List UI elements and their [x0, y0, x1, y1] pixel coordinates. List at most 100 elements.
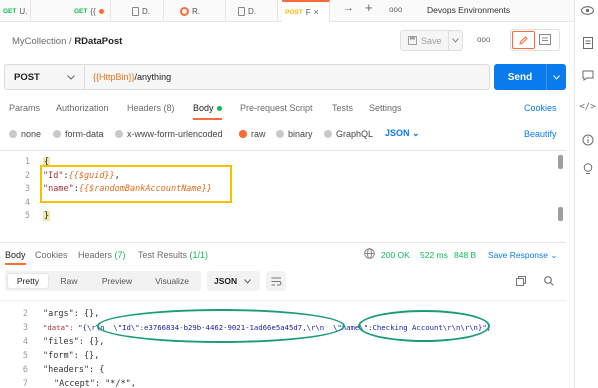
tab-label: Test Results	[138, 250, 188, 260]
send-button[interactable]: Send	[494, 64, 566, 90]
edit-icon[interactable]	[512, 31, 535, 49]
wrap-lines-icon[interactable]	[266, 271, 286, 291]
request-name[interactable]: RDataPost	[74, 36, 122, 47]
lightbulb-icon[interactable]	[581, 162, 594, 175]
chevron-down-icon[interactable]	[546, 64, 566, 90]
radio-graphql[interactable]: GraphQL	[324, 129, 373, 139]
line-number: 6	[22, 365, 28, 375]
copy-icon[interactable]	[516, 276, 526, 288]
new-tab-plus-icon[interactable]: +	[365, 0, 373, 15]
search-icon[interactable]	[544, 276, 554, 288]
eye-icon[interactable]	[581, 4, 594, 17]
radio-label: none	[21, 129, 42, 139]
tab-title: D.	[248, 6, 256, 16]
radio-raw[interactable]: raw	[239, 129, 266, 139]
code-line: "args": {},	[43, 309, 100, 319]
radio-circle-icon	[9, 130, 17, 138]
comment-panel-icon[interactable]	[539, 34, 551, 47]
request-tab[interactable]: GET U.	[0, 0, 31, 22]
documentation-icon[interactable]	[581, 36, 594, 49]
active-dot-icon	[216, 106, 222, 112]
comments-icon[interactable]	[581, 69, 594, 82]
status-code[interactable]: 200 OK	[381, 250, 410, 260]
tab-title: {{	[90, 6, 96, 16]
method-value: POST	[14, 71, 40, 83]
format-label: JSON	[385, 128, 410, 138]
tab-tests[interactable]: Tests	[332, 103, 353, 113]
breadcrumb: MyCollection / RDataPost	[12, 36, 122, 47]
request-tab[interactable]: R.	[176, 0, 226, 22]
save-button[interactable]: Save	[400, 30, 463, 51]
arrow-right-icon[interactable]: →	[343, 2, 354, 14]
annotation-ellipse	[97, 309, 345, 343]
tab-settings[interactable]: Settings	[369, 103, 402, 113]
save-response-button[interactable]: Save Response ⌄	[488, 250, 558, 261]
globe-icon[interactable]	[364, 248, 375, 261]
chevron-down-icon	[67, 74, 75, 80]
tab-body[interactable]: Body	[193, 103, 222, 120]
annotation-ellipse	[358, 310, 490, 342]
scrollbar-thumb[interactable]	[558, 207, 563, 221]
annotation-box	[40, 165, 232, 203]
radio-form-data[interactable]: form-data	[53, 129, 104, 139]
url-input[interactable]: {{HttpBin}}/anything	[84, 64, 490, 90]
view-preview[interactable]: Preview	[95, 274, 139, 288]
line-number: 4	[22, 337, 28, 347]
radio-none[interactable]: none	[9, 129, 41, 139]
chevron-down-icon	[244, 278, 252, 284]
info-icon[interactable]	[581, 133, 594, 146]
code-line: "Accept": "*/*",	[54, 379, 136, 388]
more-tabs-icon[interactable]: ooo	[389, 5, 402, 14]
close-tab-icon[interactable]: ×	[314, 7, 319, 17]
line-number: 5	[22, 351, 28, 361]
request-tab-active[interactable]: POST F ×	[282, 0, 330, 22]
cookies-link[interactable]: Cookies	[524, 103, 557, 113]
response-time[interactable]: 522 ms	[420, 250, 448, 260]
tab-params[interactable]: Params	[9, 103, 40, 113]
document-icon	[132, 6, 139, 16]
code-line: "headers": {	[43, 365, 105, 375]
tab-headers[interactable]: Headers (8)	[127, 103, 175, 113]
line-number: 4	[24, 198, 30, 208]
view-visualize[interactable]: Visualize	[147, 274, 197, 288]
radio-label: binary	[288, 129, 313, 139]
code-icon[interactable]: </>	[579, 100, 595, 113]
response-tab-headers[interactable]: Headers (7)	[78, 250, 126, 260]
body-format-select[interactable]: JSON ⌄	[385, 128, 420, 139]
breadcrumb-collection[interactable]: MyCollection	[12, 36, 66, 47]
tab-count: (1/1)	[189, 250, 209, 260]
radio-label: form-data	[65, 129, 104, 139]
line-number: 2	[22, 309, 28, 319]
response-tab-cookies[interactable]: Cookies	[35, 250, 68, 260]
radio-urlencoded[interactable]: x-www-form-urlencoded	[115, 129, 223, 139]
response-format-select[interactable]: JSON	[207, 271, 260, 291]
request-tab[interactable]: GET {{	[71, 0, 111, 22]
code-line: }	[43, 211, 51, 221]
scrollbar-thumb[interactable]	[558, 155, 563, 169]
response-tab-body[interactable]: Body	[5, 250, 26, 265]
tab-title: D.	[142, 6, 150, 16]
view-pretty[interactable]: Pretty	[8, 274, 48, 288]
method-select[interactable]: POST	[4, 64, 84, 90]
tab-count: (7)	[114, 250, 126, 260]
more-options-icon[interactable]: ooo	[477, 35, 490, 44]
tab-title: F	[305, 7, 311, 17]
beautify-link[interactable]: Beautify	[524, 129, 557, 139]
document-icon	[238, 6, 245, 16]
view-mode-switcher: Pretty Raw Preview Visualize	[5, 271, 201, 291]
view-raw[interactable]: Raw	[52, 274, 86, 288]
response-size[interactable]: 848 B	[454, 250, 476, 260]
tab-authorization[interactable]: Authorization	[56, 103, 109, 113]
line-number: 1	[24, 157, 30, 167]
line-number: 3	[22, 323, 28, 333]
request-tab[interactable]: D.	[124, 0, 164, 22]
radio-label: GraphQL	[336, 129, 374, 139]
environment-selector[interactable]: Devops Environments	[427, 5, 510, 15]
tab-pre-request-script[interactable]: Pre-request Script	[240, 103, 313, 113]
send-label: Send	[507, 71, 533, 83]
request-tab[interactable]: D.	[232, 0, 278, 22]
radio-binary[interactable]: binary	[276, 129, 313, 139]
chevron-down-icon[interactable]	[448, 31, 462, 50]
response-tab-tests[interactable]: Test Results (1/1)	[138, 250, 208, 260]
tab-method: GET	[74, 7, 88, 15]
